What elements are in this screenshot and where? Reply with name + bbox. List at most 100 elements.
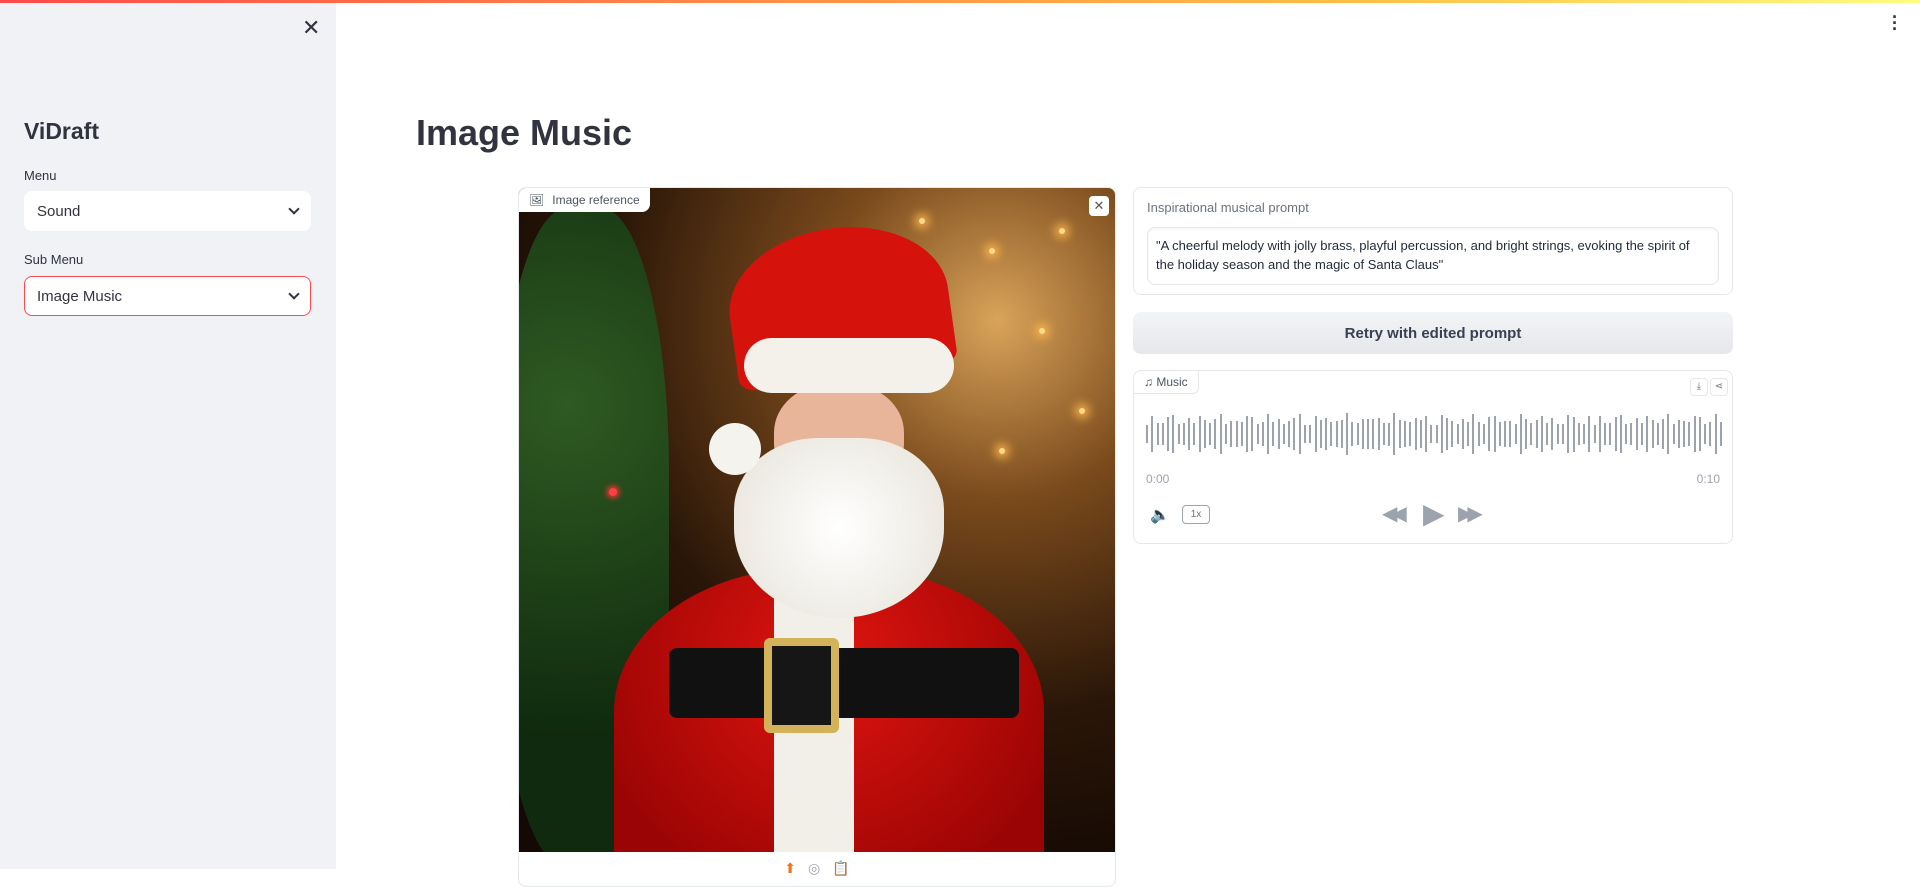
chevron-down-icon <box>288 203 300 215</box>
submenu-select[interactable]: Image Music <box>24 276 311 316</box>
waveform-bar <box>1214 419 1217 449</box>
waveform-bar <box>1235 420 1238 448</box>
waveform-bar <box>1477 422 1480 446</box>
waveform-bar <box>1388 422 1391 446</box>
menu-select-value: Sound <box>37 202 81 220</box>
waveform-bar <box>1393 413 1396 455</box>
waveform-bar <box>1351 422 1354 446</box>
menu-select[interactable]: Sound <box>24 191 311 231</box>
waveform-bar <box>1325 418 1328 450</box>
waveform-bar <box>1472 414 1475 454</box>
waveform-bar <box>1656 422 1659 446</box>
waveform-bar <box>1182 423 1185 445</box>
waveform-bar <box>1256 423 1259 445</box>
waveform-bar <box>1683 421 1686 447</box>
waveform-bar <box>1272 422 1275 446</box>
waveform-bar <box>1246 416 1249 452</box>
music-label: Music <box>1156 375 1188 389</box>
waveform-bar <box>1251 416 1254 452</box>
waveform-bar <box>1267 414 1270 454</box>
share-button[interactable]: ⋖ <box>1710 378 1728 396</box>
waveform-bar <box>1377 418 1380 450</box>
prompt-textarea[interactable]: "A cheerful melody with jolly brass, pla… <box>1147 227 1719 285</box>
waveform-bar <box>1677 420 1680 448</box>
music-tag: ♫ Music <box>1134 371 1199 394</box>
waveform-bar <box>1709 422 1712 446</box>
waveform-bar <box>1525 419 1528 449</box>
volume-icon[interactable]: 🔈 <box>1150 505 1170 525</box>
image-icon: 🖼 <box>529 193 545 207</box>
waveform-bar <box>1461 419 1464 449</box>
retry-button[interactable]: Retry with edited prompt <box>1133 312 1733 354</box>
waveform-bar <box>1288 421 1291 447</box>
waveform-bar <box>1572 416 1575 452</box>
waveform-bar <box>1282 424 1285 444</box>
waveform-bar <box>1556 423 1559 445</box>
waveform-bar <box>1303 424 1306 444</box>
waveform-bar <box>1598 416 1601 452</box>
waveform-bar <box>1404 421 1407 447</box>
waveform-bar <box>1177 424 1180 444</box>
waveform-bar <box>1551 417 1554 451</box>
waveform-bar <box>1498 421 1501 447</box>
chevron-down-icon <box>288 288 300 300</box>
page-title: Image Music <box>416 112 633 153</box>
waveform-bar <box>1219 413 1222 455</box>
download-button[interactable]: ⤓ <box>1690 378 1708 396</box>
music-player: ♫ Music ⤓ ⋖ 0:00 0:10 🔈 1x ◀◀ ▶ ▶▶ <box>1133 370 1733 544</box>
waveform-bar <box>1419 420 1422 448</box>
waveform[interactable] <box>1146 409 1722 459</box>
waveform-bar <box>1151 416 1154 452</box>
waveform-bar <box>1172 414 1175 454</box>
waveform-bar <box>1504 420 1507 448</box>
clear-image-button[interactable]: ✕ <box>1089 196 1109 216</box>
waveform-bar <box>1688 421 1691 447</box>
waveform-bar <box>1514 424 1517 444</box>
waveform-bar <box>1456 424 1459 444</box>
waveform-bar <box>1561 424 1564 444</box>
waveform-bar <box>1546 423 1549 445</box>
waveform-bar <box>1319 420 1322 448</box>
rewind-icon[interactable]: ◀◀ <box>1382 501 1407 526</box>
waveform-bar <box>1625 424 1628 444</box>
santa-image <box>519 188 1115 852</box>
main-menu-icon[interactable]: · · · <box>1892 8 1898 38</box>
waveform-bar <box>1540 415 1543 453</box>
close-sidebar-icon[interactable]: ✕ <box>302 15 320 41</box>
waveform-bar <box>1704 423 1707 445</box>
waveform-bar <box>1646 415 1649 453</box>
play-icon[interactable]: ▶ <box>1423 497 1445 530</box>
waveform-bar <box>1651 419 1654 449</box>
waveform-bar <box>1467 422 1470 446</box>
prompt-label: Inspirational musical prompt <box>1147 200 1309 215</box>
waveform-bar <box>1361 418 1364 450</box>
waveform-bar <box>1567 414 1570 454</box>
waveform-bar <box>1240 421 1243 447</box>
waveform-bar <box>1340 420 1343 448</box>
waveform-bar <box>1488 416 1491 452</box>
waveform-bar <box>1593 424 1596 444</box>
image-reference-tag: 🖼 Image reference <box>519 188 650 212</box>
waveform-bar <box>1298 414 1301 454</box>
waveform-bar <box>1672 424 1675 444</box>
waveform-bar <box>1493 416 1496 452</box>
fast-forward-icon[interactable]: ▶▶ <box>1458 501 1483 526</box>
waveform-bar <box>1198 415 1201 453</box>
waveform-bar <box>1451 420 1454 448</box>
waveform-bar <box>1530 422 1533 446</box>
waveform-bar <box>1425 415 1428 453</box>
sidebar: ✕ ViDraft Menu Sound Sub Menu Image Musi… <box>0 0 336 869</box>
waveform-bar <box>1146 425 1148 443</box>
waveform-bar <box>1161 423 1164 445</box>
submenu-select-value: Image Music <box>37 287 123 305</box>
waveform-bar <box>1261 422 1264 446</box>
waveform-bar <box>1414 418 1417 450</box>
waveform-bar <box>1367 418 1370 450</box>
image-reference-label: Image reference <box>552 193 640 207</box>
waveform-bar <box>1519 413 1522 455</box>
current-time: 0:00 <box>1146 472 1170 486</box>
playback-rate-button[interactable]: 1x <box>1182 505 1210 524</box>
waveform-bar <box>1335 421 1338 447</box>
submenu-label: Sub Menu <box>24 252 84 267</box>
waveform-bar <box>1435 424 1438 444</box>
